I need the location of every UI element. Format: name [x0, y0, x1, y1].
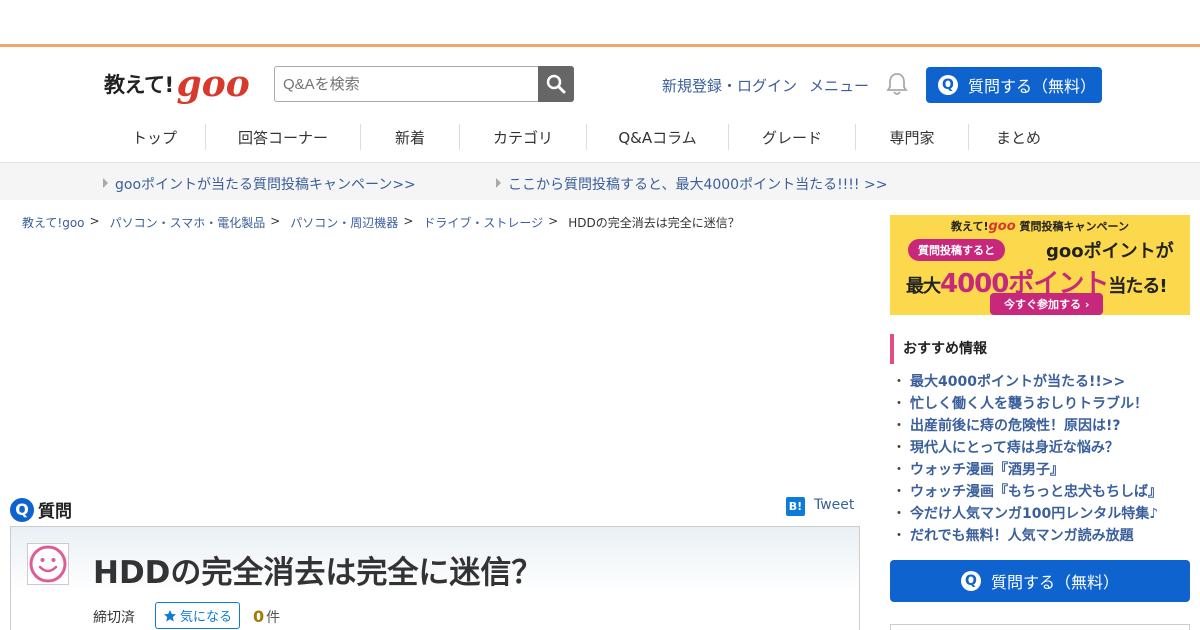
banner-cta: 今すぐ参加する › — [990, 293, 1104, 315]
nav-new[interactable]: 新着 — [361, 124, 460, 150]
nav-qa-column[interactable]: Q&Aコラム — [587, 124, 729, 150]
favorite-button[interactable]: 気になる — [155, 602, 240, 629]
register-login-link[interactable]: 新規登録・ログイン — [662, 75, 797, 96]
sidebar-ask-question-label: 質問する（無料） — [990, 573, 1119, 592]
campaign-link-2[interactable]: ここから質問投稿すると、最大4000ポイント当たる!!!! >> — [496, 174, 887, 194]
banner-line-1-goo: goo — [988, 219, 1016, 234]
campaign-banner[interactable]: 教えて!goo 質問投稿キャンペーン 質問投稿すると gooポイントが 最大40… — [890, 215, 1190, 315]
question-title: HDDの完全消去は完全に迷信？ — [93, 555, 543, 591]
menu-link[interactable]: メニュー — [809, 75, 869, 96]
favorite-count-unit: 件 — [266, 610, 281, 626]
main-nav: トップ 回答コーナー 新着 カテゴリ Q&Aコラム グレード 専門家 まとめ — [104, 120, 1068, 156]
search-button[interactable] — [538, 66, 574, 102]
banner-line-2: gooポイントが — [1046, 241, 1174, 262]
nav-expert[interactable]: 専門家 — [856, 124, 969, 150]
question-icon: Q — [938, 75, 958, 95]
ask-question-button[interactable]: Q 質問する（無料） — [926, 67, 1102, 103]
list-item[interactable]: ・だれでも無料！人気マンガ読み放題 — [892, 526, 1162, 548]
list-item[interactable]: ・最大4000ポイントが当たる!!>> — [892, 372, 1162, 394]
nav-answer-corner[interactable]: 回答コーナー — [206, 124, 361, 150]
list-item[interactable]: ・忙しく働く人を襲うおしりトラブル！ — [892, 394, 1162, 416]
logo-text: 教えて! — [104, 73, 174, 97]
sidebar-box — [890, 624, 1190, 630]
list-item[interactable]: ・ウォッチ漫画『酒男子』 — [892, 460, 1162, 482]
list-item[interactable]: ・出産前後に痔の危険性！原因は!? — [892, 416, 1162, 438]
breadcrumb-separator: > — [548, 214, 559, 228]
favorite-count-number: 0 — [253, 607, 265, 626]
banner-line-3-suffix: 当たる! — [1108, 276, 1167, 297]
nav-grade[interactable]: グレード — [729, 124, 856, 150]
question-icon: Q — [960, 571, 981, 591]
breadcrumb-item[interactable]: 教えて!goo — [22, 214, 85, 231]
list-item[interactable]: ・今だけ人気マンガ100円レンタル特集♪ — [892, 504, 1162, 526]
banner-line-1-prefix: 教えて! — [951, 220, 989, 233]
breadcrumb-item[interactable]: ドライブ・ストレージ — [423, 214, 543, 231]
banner-line-1: 教えて!goo 質問投稿キャンペーン — [890, 218, 1190, 234]
nav-summary[interactable]: まとめ — [969, 124, 1068, 150]
breadcrumb-item[interactable]: パソコン・周辺機器 — [290, 214, 398, 231]
sidebar-ask-question-button[interactable]: Q 質問する（無料） — [890, 560, 1190, 602]
notification-button[interactable] — [886, 72, 908, 96]
banner-line-3-prefix: 最大 — [906, 276, 941, 297]
question-card: HDDの完全消去は完全に迷信？ 締切済 気になる 0件 — [10, 526, 860, 630]
search-input[interactable] — [274, 66, 538, 102]
nav-top[interactable]: トップ — [104, 124, 206, 150]
hatena-bookmark-icon[interactable]: B! — [786, 497, 805, 516]
favorite-count: 0件 — [253, 607, 280, 627]
nav-category[interactable]: カテゴリ — [460, 124, 587, 150]
recommend-title: おすすめ情報 — [890, 334, 987, 364]
smiley-icon — [29, 545, 67, 583]
campaign-link-1[interactable]: gooポイントが当たる質問投稿キャンペーン>> — [103, 174, 416, 194]
top-ad-area — [0, 0, 1200, 47]
status-badge: 締切済 — [93, 610, 135, 626]
breadcrumb-item[interactable]: パソコン・スマホ・電化製品 — [110, 214, 266, 231]
breadcrumb-separator: > — [270, 214, 281, 228]
favorite-label: 気になる — [179, 610, 232, 625]
search-icon — [546, 74, 566, 94]
breadcrumb-current: HDDの完全消去は完全に迷信？ — [568, 216, 740, 230]
bell-icon — [886, 73, 908, 95]
question-icon: Q — [10, 497, 34, 522]
logo-goo: goo — [176, 63, 250, 105]
banner-line-1-suffix: 質問投稿キャンペーン — [1015, 220, 1129, 233]
banner-pill: 質問投稿すると — [908, 239, 1005, 261]
breadcrumb: 教えて!goo > パソコン・スマホ・電化製品 > パソコン・周辺機器 > ドラ… — [22, 214, 740, 231]
site-logo[interactable]: 教えて! goo — [104, 64, 250, 104]
star-icon — [163, 609, 176, 621]
ask-question-label: 質問する（無料） — [968, 77, 1097, 96]
tweet-link[interactable]: Tweet — [814, 497, 854, 513]
list-item[interactable]: ・ウォッチ漫画『もちっと忠犬もちしば』 — [892, 482, 1162, 504]
breadcrumb-separator: > — [89, 214, 100, 228]
question-label: 質問 — [38, 502, 72, 522]
list-item[interactable]: ・現代人にとって痔は身近な悩み？ — [892, 438, 1162, 460]
avatar[interactable] — [27, 543, 69, 585]
question-section-label: Q 質問 — [10, 497, 72, 522]
recommend-list: ・最大4000ポイントが当たる!!>> ・忙しく働く人を襲うおしりトラブル！ ・… — [892, 372, 1162, 548]
campaign-bar: gooポイントが当たる質問投稿キャンペーン>> ここから質問投稿すると、最大40… — [0, 162, 1200, 200]
breadcrumb-separator: > — [403, 214, 414, 228]
